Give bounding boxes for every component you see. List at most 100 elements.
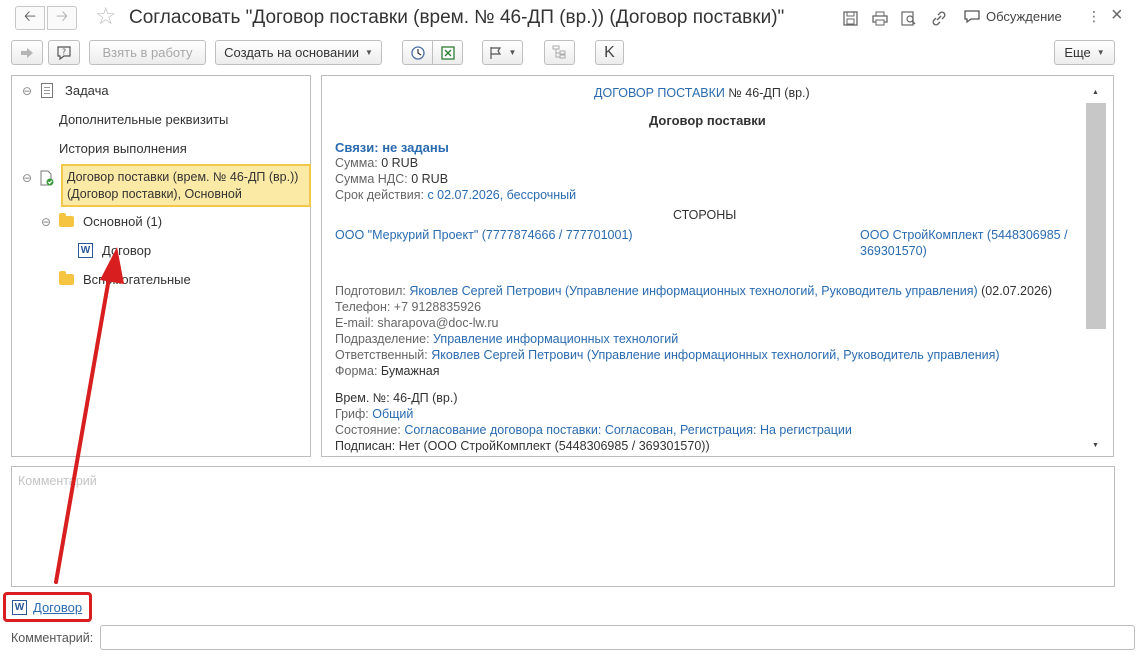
tree-folder-main[interactable]: Основной (1) (59, 213, 163, 229)
state-link[interactable]: Согласование договора поставки: Согласов… (404, 423, 852, 437)
tree-item-additional-attributes[interactable]: Дополнительные реквизиты (59, 112, 228, 127)
k-button[interactable]: K (595, 40, 624, 65)
flag-icon (489, 46, 501, 59)
flag-button[interactable]: ▼ (482, 40, 523, 65)
sum-value: 0 RUB (381, 156, 419, 170)
tree-item-task-label: Задача (65, 83, 109, 98)
clock-button[interactable] (402, 40, 433, 65)
tree-folder-auxiliary[interactable]: Вспомогательные (59, 271, 191, 287)
stamp-row: Гриф: Общий (335, 407, 413, 421)
arrow-left-icon: 🡠 (23, 7, 37, 25)
temp-number-row: Врем. №: 46-ДП (вр.) (335, 391, 458, 405)
discussion-label: Обсуждение (986, 9, 1062, 24)
word-document-icon: W (78, 243, 93, 258)
state-row: Состояние: Согласование договора поставк… (335, 423, 852, 437)
collapse-icon[interactable]: ⊖ (41, 215, 51, 229)
structure-button[interactable] (544, 40, 575, 65)
prepared-date: (02.07.2026) (981, 284, 1053, 298)
scroll-down-icon[interactable]: ▼ (1092, 442, 1099, 449)
folder-icon (59, 213, 74, 227)
tree-item-task[interactable]: Задача (41, 83, 109, 98)
caret-down-icon: ▼ (508, 48, 517, 57)
comment-textarea[interactable]: Комментарий (11, 466, 1115, 587)
caret-down-icon: ▼ (364, 48, 373, 57)
department-link[interactable]: Управление информационных технологий (433, 332, 678, 346)
department-label: Подразделение: (335, 332, 430, 346)
party-2-link-line1[interactable]: ООО СтройКомплект (5448306985 / (860, 228, 1068, 242)
hierarchy-icon (552, 45, 566, 59)
close-icon[interactable]: × (1111, 4, 1123, 27)
tree-folder-main-label: Основной (1) (83, 214, 163, 229)
prepared-label: Подготовил: (335, 284, 406, 298)
responsible-row: Ответственный: Яковлев Сергей Петрович (… (335, 348, 1000, 362)
collapse-icon[interactable]: ⊖ (22, 171, 32, 185)
task-tree: ⊖ Задача Дополнительные реквизиты Истори… (11, 75, 311, 457)
sum-label: Сумма: (335, 156, 378, 170)
favorite-star-icon[interactable]: ☆ (95, 4, 117, 30)
link-icon[interactable] (930, 9, 948, 27)
document-type-link[interactable]: ДОГОВОР ПОСТАВКИ (594, 86, 725, 100)
prepared-person-link[interactable]: Яковлев Сергей Петрович (Управление инфо… (409, 284, 977, 298)
validity-label: Срок действия: (335, 188, 424, 202)
spreadsheet-add-icon (440, 45, 455, 60)
party-1-link[interactable]: ООО "Меркурий Проект" (7777874666 / 7777… (335, 228, 633, 242)
tree-item-contract-file[interactable]: W Договор (78, 243, 151, 258)
responsible-label: Ответственный: (335, 348, 428, 362)
send-button[interactable] (11, 40, 43, 65)
document-title: Договор поставки (649, 113, 766, 128)
department-row: Подразделение: Управление информационных… (335, 332, 678, 346)
comment-input[interactable] (100, 625, 1135, 650)
validity-row: Срок действия: с 02.07.2026, бессрочный (335, 188, 576, 202)
more-label: Еще (1064, 45, 1091, 60)
window-title: Согласовать "Договор поставки (врем. № 4… (129, 7, 785, 28)
print-icon[interactable] (871, 9, 889, 27)
preview-icon[interactable] (900, 9, 918, 27)
vat-value: 0 RUB (411, 172, 449, 186)
stamp-link[interactable]: Общий (372, 407, 413, 421)
help-chat-icon: ? (57, 45, 71, 60)
prepared-row: Подготовил: Яковлев Сергей Петрович (Упр… (335, 284, 1052, 298)
phone-row: Телефон: +7 9128835926 (335, 300, 482, 314)
sum-row: Сумма: 0 RUB (335, 156, 418, 170)
attachment-link-highlight[interactable]: W Договор (3, 592, 92, 622)
validity-value[interactable]: с 02.07.2026, бессрочный (427, 188, 576, 202)
responsible-link[interactable]: Яковлев Сергей Петрович (Управление инфо… (431, 348, 999, 362)
more-vertical-icon[interactable]: ⋮ (1087, 8, 1102, 25)
back-button[interactable]: 🡠 (15, 6, 45, 30)
links-status[interactable]: Связи: не заданы (335, 140, 449, 155)
form-row: Форма: Бумажная (335, 364, 440, 378)
help-button[interactable]: ? (48, 40, 80, 65)
document-number: № 46-ДП (вр.) (728, 86, 810, 100)
create-based-on-button[interactable]: Создать на основании ▼ (215, 40, 382, 65)
document-header: ДОГОВОР ПОСТАВКИ № 46-ДП (вр.) (594, 86, 810, 100)
state-label: Состояние: (335, 423, 401, 437)
tree-item-execution-history[interactable]: История выполнения (59, 141, 187, 156)
party-2-link-line2[interactable]: 369301570) (860, 244, 927, 258)
tree-folder-auxiliary-label: Вспомогательные (83, 272, 191, 287)
signed-row: Подписан: Нет (ООО СтройКомплект (544830… (335, 439, 710, 453)
save-icon[interactable] (841, 9, 859, 27)
more-button[interactable]: Еще ▼ (1054, 40, 1115, 65)
comment-label: Комментарий: (11, 631, 94, 645)
document-approved-icon (40, 170, 54, 186)
arrow-right-icon (21, 47, 33, 58)
discussion-button[interactable]: Обсуждение (964, 9, 1062, 24)
forward-button[interactable]: 🡢 (47, 6, 77, 30)
scrollbar-thumb[interactable] (1086, 103, 1106, 329)
word-document-icon: W (12, 599, 27, 615)
folder-icon (59, 271, 74, 285)
email-row: E-mail: sharapova@doc-lw.ru (335, 316, 499, 330)
tree-item-selected-document[interactable]: Договор поставки (врем. № 46-ДП (вр.)) (… (61, 164, 311, 207)
attachment-link[interactable]: Договор (33, 600, 82, 615)
scroll-up-icon[interactable]: ▲ (1092, 89, 1099, 96)
title-bar: 🡠 🡢 ☆ Согласовать "Договор поставки (вре… (0, 0, 1138, 36)
form-label: Форма: (335, 364, 378, 378)
stamp-label: Гриф: (335, 407, 369, 421)
parties-heading: СТОРОНЫ (673, 208, 737, 222)
form-value: Бумажная (380, 364, 440, 378)
speech-bubble-icon (964, 10, 980, 24)
take-to-work-button[interactable]: Взять в работу (89, 40, 206, 65)
clock-icon (410, 45, 425, 60)
excel-export-button[interactable] (432, 40, 463, 65)
collapse-icon[interactable]: ⊖ (22, 84, 32, 98)
